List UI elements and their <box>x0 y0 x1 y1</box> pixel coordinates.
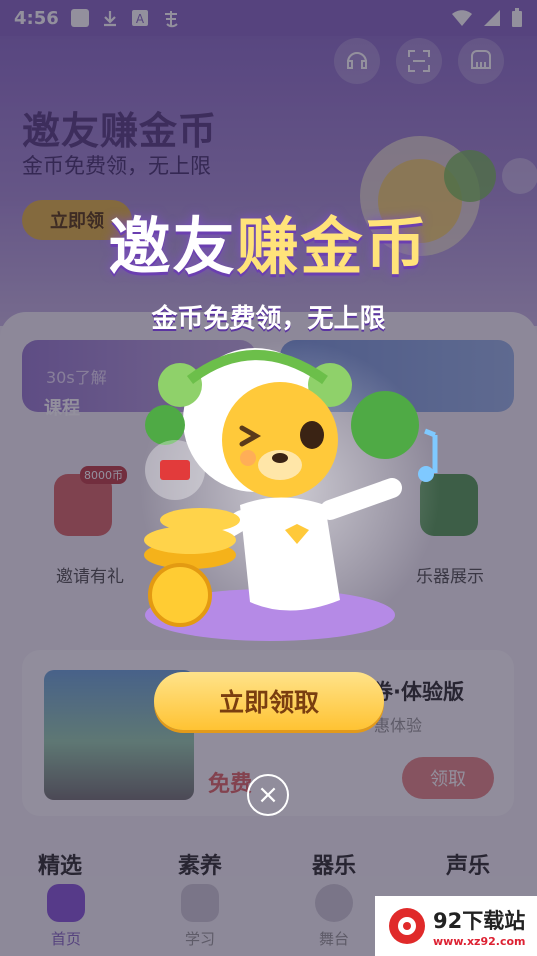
popup-title-white: 邀友 <box>108 210 237 283</box>
watermark-text: 92下载站 www.xz92.com <box>433 905 526 948</box>
site-watermark: 92下载站 www.xz92.com <box>375 896 537 956</box>
popup-title: 邀友赚金币 <box>0 196 537 286</box>
watermark-url: www.xz92.com <box>433 934 526 948</box>
popup-title-yellow: 赚金币 <box>236 210 429 283</box>
close-icon[interactable]: × <box>247 774 289 816</box>
bear-mascot-illustration <box>140 340 440 641</box>
popup-subtitle: 金币免费领，无上限 <box>151 304 386 334</box>
claim-now-button[interactable]: 立即领取 <box>154 672 384 730</box>
watermark-logo-icon <box>389 908 425 944</box>
watermark-main: 92下载站 <box>433 908 526 933</box>
